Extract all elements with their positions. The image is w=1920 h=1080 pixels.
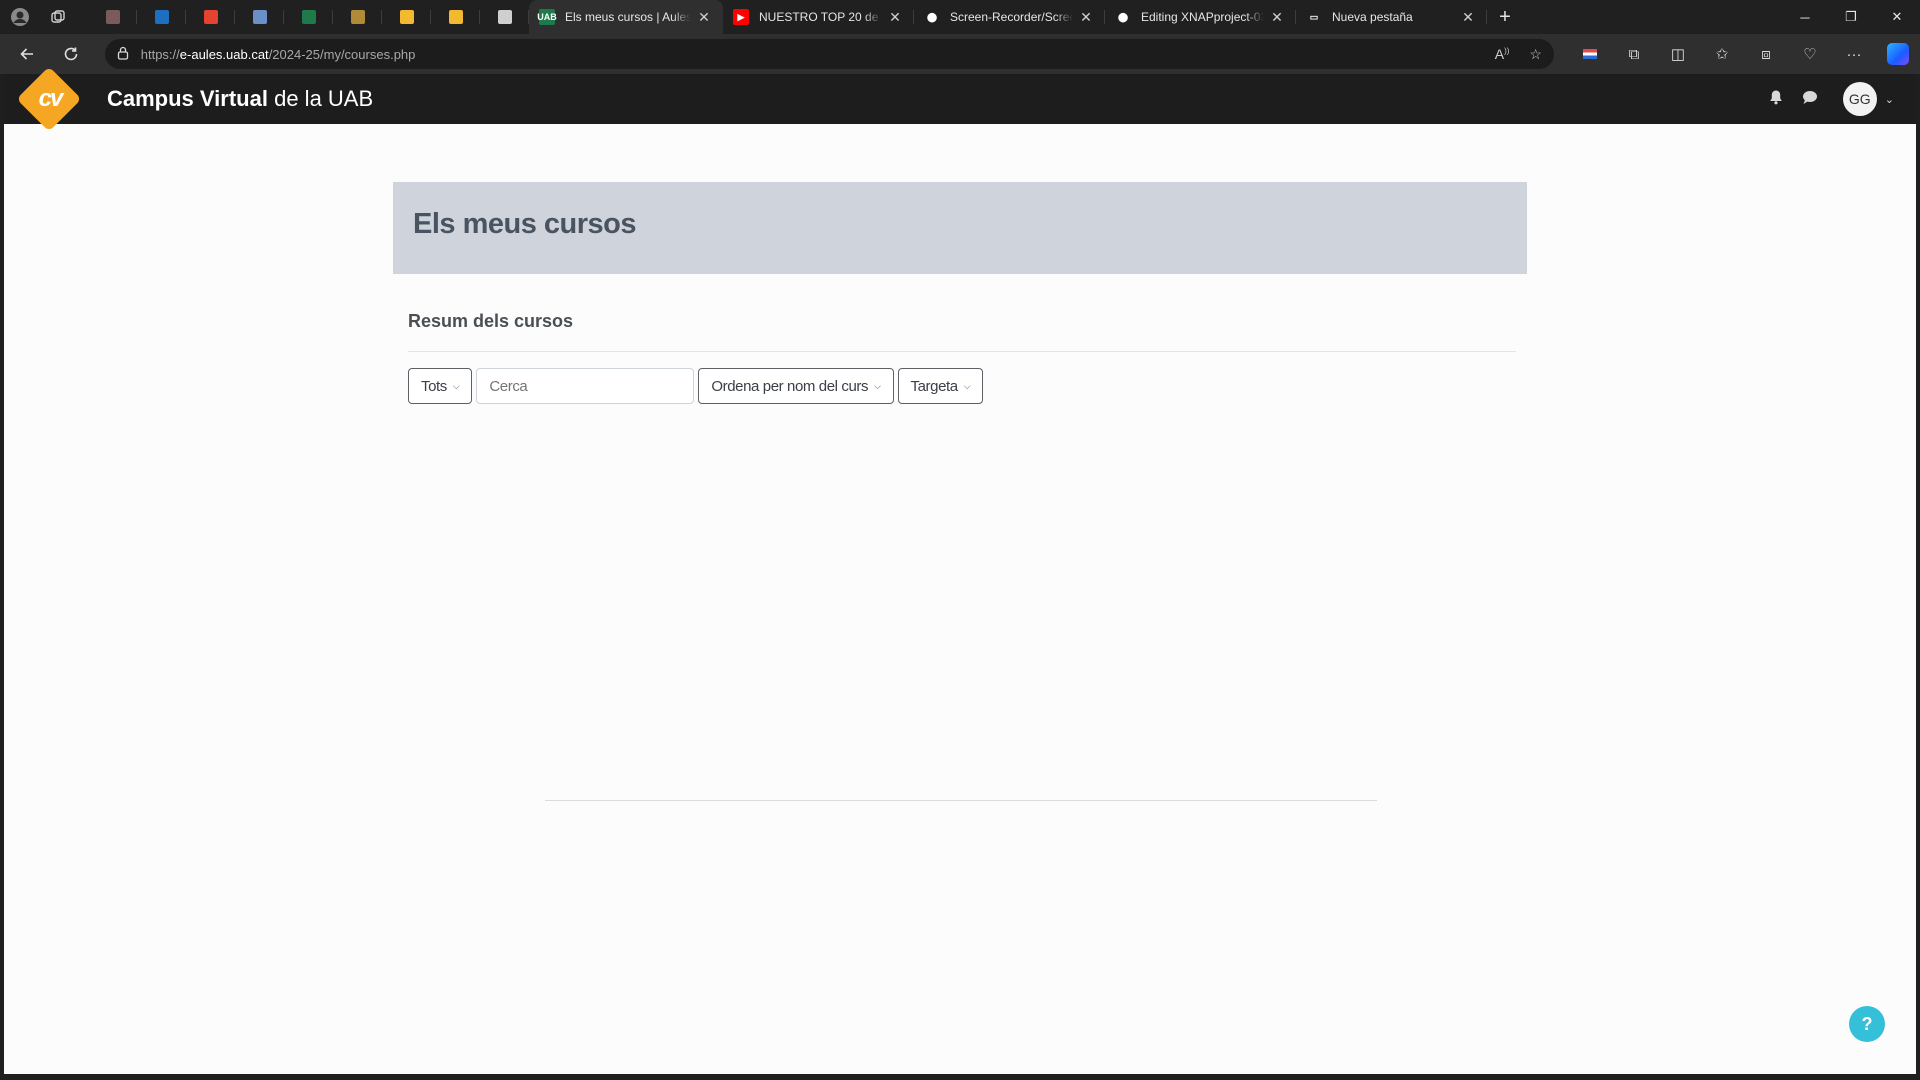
back-button[interactable]	[9, 38, 45, 70]
pinned-tab[interactable]	[137, 0, 186, 34]
footer-divider	[545, 800, 1377, 801]
split-screen-icon[interactable]: ◫	[1656, 43, 1700, 65]
pinned-tab[interactable]	[382, 0, 431, 34]
course-overview-heading: Resum dels cursos	[408, 311, 574, 331]
page-title: Els meus cursos	[413, 208, 637, 240]
close-window-button[interactable]: ✕	[1874, 0, 1920, 34]
close-tab-icon[interactable]: ✕	[1077, 9, 1095, 26]
extensions-puzzle-icon[interactable]: ⧉	[1612, 43, 1656, 65]
user-menu-chevron-down-icon[interactable]: ⌄	[1885, 93, 1894, 106]
more-menu-icon[interactable]: ···	[1832, 43, 1876, 65]
tab-title: NUESTRO TOP 20 de JUGADORES	[759, 10, 882, 24]
chevron-down-icon: ⌵	[452, 380, 460, 391]
pinned-tab[interactable]	[235, 0, 284, 34]
browser-tab[interactable]: UAB Els meus cursos | Aules de la UAB ✕	[529, 0, 723, 34]
browser-tab[interactable]: ⬤ Screen-Recorder/Screen-Recorder ✕	[914, 0, 1105, 34]
copilot-icon[interactable]	[1876, 43, 1920, 65]
close-tab-icon[interactable]: ✕	[1459, 9, 1477, 26]
favorite-star-icon[interactable]: ☆	[1529, 46, 1542, 63]
chevron-down-icon: ⌵	[874, 380, 881, 391]
close-tab-icon[interactable]: ✕	[886, 9, 904, 26]
binance-icon	[399, 10, 414, 24]
browser-essentials-icon[interactable]: ♡	[1788, 43, 1832, 65]
site-brand[interactable]: Campus Virtual de la UAB	[107, 86, 373, 112]
workspaces-icon[interactable]	[44, 3, 72, 31]
close-tab-icon[interactable]: ✕	[695, 9, 713, 26]
grouping-filter-dropdown[interactable]: Tots ⌵	[408, 368, 473, 404]
site-navbar: cv Campus Virtual de la UAB GG ⌄	[4, 66, 1916, 132]
tab-favicon-icon: ▭	[1306, 9, 1322, 25]
navbar-user-area: GG ⌄	[1767, 82, 1894, 116]
tab-title: Nueva pestaña	[1332, 10, 1413, 24]
page-header: Els meus cursos	[393, 182, 1527, 274]
app-tab-icon	[105, 10, 120, 24]
check-icon	[252, 10, 267, 24]
minimize-button[interactable]: ─	[1782, 0, 1828, 34]
pinned-tab[interactable]	[431, 0, 480, 34]
close-tab-icon[interactable]: ✕	[1268, 9, 1286, 26]
browser-tab[interactable]: ▭ Nueva pestaña ✕	[1296, 0, 1487, 34]
tab-favicon-icon: ▶	[733, 9, 749, 25]
section-divider	[408, 351, 1516, 352]
pinned-tab[interactable]	[333, 0, 382, 34]
refresh-button[interactable]	[53, 38, 89, 70]
browser-toolbar: https://e-aules.uab.cat/2024-25/my/cours…	[0, 34, 1920, 74]
uab-tab-icon	[301, 10, 316, 24]
tab-favicon-icon: ⬤	[924, 9, 940, 25]
page-viewport: cv Campus Virtual de la UAB GG ⌄ Els meu…	[4, 66, 1916, 1074]
toolbar-extensions: ⧉ ◫ ✩ ⧈ ♡ ···	[1568, 43, 1920, 65]
favorites-icon[interactable]: ✩	[1700, 43, 1744, 65]
course-filter-controls: Tots ⌵ Ordena per nom del curs ⌵ Targeta…	[408, 368, 984, 404]
tab-title: Editing XNAPproject-03/starting	[1141, 10, 1264, 24]
browser-tab[interactable]: ⬤ Editing XNAPproject-03/starting ✕	[1105, 0, 1296, 34]
open-tabs: UAB Els meus cursos | Aules de la UAB ✕ ▶ NU…	[529, 0, 1487, 34]
chatgpt-icon	[497, 10, 512, 24]
view-mode-label: Targeta	[910, 377, 959, 395]
pinned-tabs	[88, 0, 529, 34]
tab-favicon-icon: UAB	[537, 9, 557, 25]
binance-small-icon	[350, 10, 365, 24]
view-mode-dropdown[interactable]: Targeta ⌵	[897, 368, 984, 404]
browser-tab-strip: UAB Els meus cursos | Aules de la UAB ✕ ▶ NU…	[0, 0, 1920, 34]
chevron-down-icon: ⌵	[963, 380, 971, 391]
window-controls: ─ ❐ ✕	[1782, 0, 1920, 34]
profile-icon[interactable]	[6, 3, 34, 31]
tab-title: Els meus cursos | Aules de la UAB	[565, 10, 691, 24]
outlook-icon	[154, 10, 169, 24]
pinned-tab[interactable]	[88, 0, 137, 34]
restore-button[interactable]: ❐	[1828, 0, 1874, 34]
logo-text: cv	[38, 85, 64, 112]
extension-flag-icon[interactable]	[1568, 43, 1612, 65]
binance-alt-icon	[448, 10, 463, 24]
browser-tab[interactable]: ▶ NUESTRO TOP 20 de JUGADORES ✕	[723, 0, 914, 34]
course-search-input[interactable]	[476, 368, 695, 404]
tab-title: Screen-Recorder/Screen-Recorder	[950, 10, 1073, 24]
lock-icon[interactable]	[117, 46, 129, 63]
tab-favicon-icon: ⬤	[1115, 9, 1131, 25]
url-path: /2024-25/my/courses.php	[268, 46, 416, 62]
messages-chat-icon[interactable]	[1801, 90, 1819, 109]
collections-icon[interactable]: ⧈	[1744, 43, 1788, 65]
sort-dropdown[interactable]: Ordena per nom del curs ⌵	[698, 368, 894, 404]
user-avatar[interactable]: GG	[1842, 82, 1877, 116]
new-tab-button[interactable]: +	[1487, 6, 1523, 29]
url-scheme: https://	[140, 46, 180, 62]
pinned-tab[interactable]	[186, 0, 235, 34]
brand-bold: Campus Virtual	[107, 86, 268, 111]
read-aloud-icon[interactable]: A))	[1495, 46, 1510, 63]
help-button[interactable]: ?	[1849, 1006, 1885, 1042]
sort-label: Ordena per nom del curs	[711, 377, 869, 395]
brand-rest: de la UAB	[267, 86, 374, 111]
notifications-bell-icon[interactable]	[1767, 89, 1785, 109]
url-host: e-aules.uab.cat	[179, 46, 269, 62]
pinned-tab[interactable]	[480, 0, 529, 34]
window-bottom-edge	[0, 1074, 1920, 1080]
address-bar[interactable]: https://e-aules.uab.cat/2024-25/my/cours…	[104, 39, 1554, 69]
todoist-icon	[203, 10, 218, 24]
grouping-filter-label: Tots	[421, 377, 447, 395]
pinned-tab[interactable]	[284, 0, 333, 34]
